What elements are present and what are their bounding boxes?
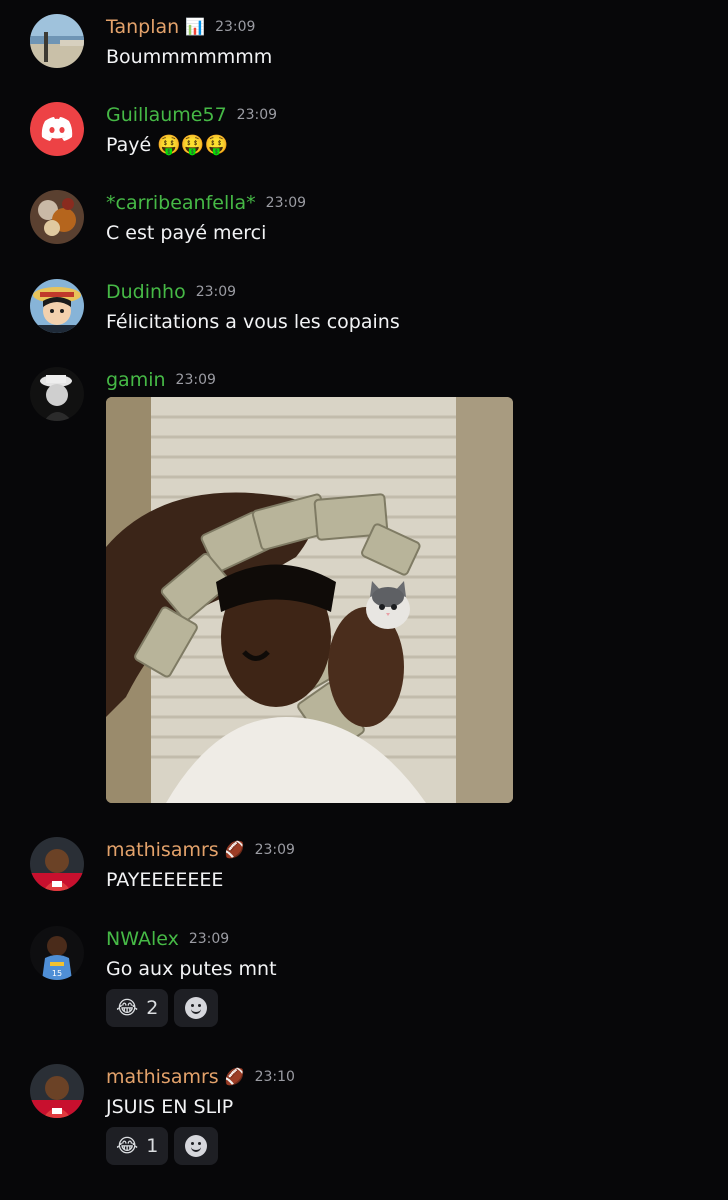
username[interactable]: Guillaume57 23:09 [106, 102, 277, 128]
username[interactable]: Tanplan 📊 23:09 [106, 14, 255, 40]
avatar-carribeanfella[interactable] [30, 190, 84, 244]
reactions: 😂 2 [106, 989, 219, 1027]
smiley-add-icon [185, 997, 208, 1019]
message-nwalex: 15 NWAlex 23:09 Go aux putes mnt 😂 2 [0, 926, 728, 1036]
username[interactable]: gamin 23:09 [106, 367, 216, 393]
avatar-tanplan[interactable] [30, 14, 84, 68]
username[interactable]: Dudinho 23:09 [106, 279, 236, 305]
message-text: Go aux putes mnt [106, 958, 277, 980]
timestamp: 23:10 [254, 1069, 295, 1085]
message-text: JSUIS EN SLIP [106, 1096, 234, 1118]
username[interactable]: mathisamrs 🏈 23:09 [106, 837, 295, 863]
message-tanplan: Tanplan 📊 23:09 Boummmmmmm [0, 14, 728, 74]
svg-text:15: 15 [52, 969, 62, 978]
avatar-gamin[interactable] [30, 367, 84, 421]
laughing-emoji-icon: 😂 [116, 997, 139, 1019]
reactions: 😂 1 [106, 1127, 219, 1165]
timestamp: 23:09 [254, 842, 295, 858]
avatar-nwalex[interactable]: 15 [30, 926, 84, 980]
reaction-count: 2 [146, 997, 159, 1019]
reaction-laughing[interactable]: 😂 1 [106, 1127, 169, 1165]
timestamp: 23:09 [195, 284, 237, 300]
add-reaction-button[interactable] [174, 1127, 219, 1165]
avatar-mathisamrs[interactable] [30, 1064, 84, 1118]
message-text: Félicitations a vous les copains [106, 311, 400, 333]
message-guillaume57: Guillaume57 23:09 Payé 🤑🤑🤑 [0, 102, 728, 162]
discord-logo-icon [41, 117, 73, 141]
timestamp: 23:09 [236, 107, 278, 123]
message-mathisamrs-1: mathisamrs 🏈 23:09 PAYEEEEEEE [0, 837, 728, 897]
timestamp: 23:09 [265, 195, 307, 211]
cat-sticker-icon [366, 581, 410, 629]
chart-badge-icon: 📊 [185, 17, 206, 36]
avatar-dudinho[interactable] [30, 279, 84, 333]
gif-attachment[interactable] [106, 397, 513, 803]
laughing-emoji-icon: 😂 [116, 1135, 139, 1157]
username[interactable]: mathisamrs 🏈 23:10 [106, 1064, 295, 1090]
message-text: Payé 🤑🤑🤑 [106, 134, 229, 156]
timestamp: 23:09 [188, 931, 230, 947]
football-badge-icon: 🏈 [224, 1067, 245, 1086]
add-reaction-button[interactable] [174, 989, 219, 1027]
username[interactable]: NWAlex 23:09 [106, 926, 229, 952]
message-text: PAYEEEEEEE [106, 869, 224, 891]
message-dudinho: Dudinho 23:09 Félicitations a vous les co… [0, 279, 728, 339]
timestamp: 23:09 [215, 19, 256, 35]
smiley-add-icon [185, 1135, 208, 1157]
message-text: Boummmmmmm [106, 46, 273, 68]
avatar-guillaume57[interactable] [30, 102, 84, 156]
timestamp: 23:09 [175, 372, 216, 388]
reaction-count: 1 [146, 1135, 159, 1157]
avatar-mathisamrs[interactable] [30, 837, 84, 891]
username[interactable]: *carribeanfella* 23:09 [106, 190, 306, 216]
reaction-laughing[interactable]: 😂 2 [106, 989, 169, 1027]
message-mathisamrs-2: mathisamrs 🏈 23:10 JSUIS EN SLIP 😂 1 [0, 1064, 728, 1174]
message-text: C est payé merci [106, 222, 267, 244]
message-carribeanfella: *carribeanfella* 23:09 C est payé merci [0, 190, 728, 250]
football-badge-icon: 🏈 [224, 840, 245, 859]
